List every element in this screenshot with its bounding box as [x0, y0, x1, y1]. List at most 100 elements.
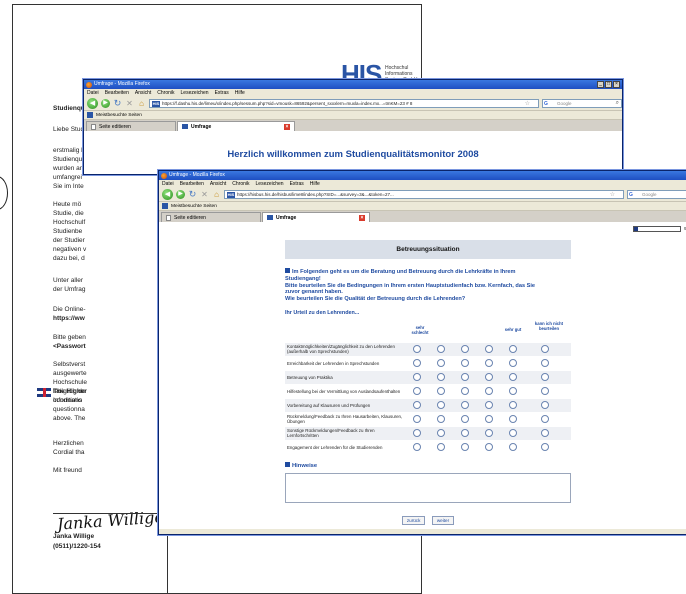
rating-radio-5[interactable]	[509, 443, 517, 452]
menu-hilfe[interactable]: Hilfe	[235, 89, 245, 97]
rating-radio-4[interactable]	[485, 415, 493, 424]
search-icon[interactable]: ⌕	[616, 99, 619, 107]
rating-radio-1[interactable]	[413, 415, 421, 424]
stop-icon[interactable]: ✕	[200, 190, 209, 199]
rating-radio-3[interactable]	[461, 429, 469, 438]
letter-text-line: Bitte geben	[53, 334, 86, 341]
rating-radio-1[interactable]	[413, 401, 421, 410]
menu-lesezeichen[interactable]: Lesezeichen	[181, 89, 209, 97]
rating-radio-1[interactable]	[413, 387, 421, 396]
rating-radio-6[interactable]	[541, 345, 549, 354]
url-bar[interactable]: HIS https://hisbus.his.de/hisbus/lime8/i…	[224, 190, 624, 199]
rating-radio-2[interactable]	[437, 387, 445, 396]
menu-hilfe[interactable]: Hilfe	[310, 180, 320, 188]
rating-radio-1[interactable]	[413, 345, 421, 354]
rating-radio-2[interactable]	[437, 345, 445, 354]
hinweise-heading: Hinweise	[285, 461, 571, 469]
reload-icon[interactable]: ↻	[188, 189, 197, 200]
minimize-button[interactable]: _	[597, 81, 604, 88]
search-input[interactable]: G Google	[627, 190, 686, 199]
rating-radio-2[interactable]	[437, 359, 445, 368]
rating-radio-6[interactable]	[541, 373, 549, 382]
maximize-button[interactable]: □	[605, 81, 612, 88]
next-button[interactable]: weiter	[431, 515, 455, 525]
browser-window-front[interactable]: Umfrage - Mozilla Firefox _ Datei Bearbe…	[158, 170, 686, 535]
menu-ansicht[interactable]: Ansicht	[210, 180, 226, 188]
back-arrow-icon[interactable]: ◀	[87, 98, 98, 109]
back-button[interactable]: zurück	[401, 515, 426, 525]
rating-radio-5[interactable]	[509, 387, 517, 396]
tab-close-icon[interactable]: ×	[284, 123, 290, 130]
rating-radio-2[interactable]	[437, 429, 445, 438]
rating-radio-5[interactable]	[509, 345, 517, 354]
rating-radio-6[interactable]	[541, 415, 549, 424]
rating-radio-2[interactable]	[437, 443, 445, 452]
back-arrow-icon[interactable]: ◀	[162, 189, 173, 200]
star-icon[interactable]: ☆	[525, 100, 530, 107]
rating-radio-3[interactable]	[461, 373, 469, 382]
menu-bearbeiten[interactable]: Bearbeiten	[180, 180, 204, 188]
tab-close-icon[interactable]: ×	[359, 214, 365, 221]
forward-arrow-icon[interactable]: ▶	[101, 99, 110, 108]
bookmark-most-visited[interactable]: Meistbesuchte Seiten	[96, 111, 142, 120]
menu-chronik[interactable]: Chronik	[157, 89, 174, 97]
forward-arrow-icon[interactable]: ▶	[176, 190, 185, 199]
rating-radio-6[interactable]	[541, 387, 549, 396]
rating-radio-3[interactable]	[461, 359, 469, 368]
rating-radio-2[interactable]	[437, 373, 445, 382]
rating-radio-6[interactable]	[541, 443, 549, 452]
browser-window-back[interactable]: Umfrage - Mozilla Firefox _ □ × Datei Be…	[83, 79, 623, 175]
rating-radio-4[interactable]	[485, 429, 493, 438]
hinweise-textarea[interactable]	[285, 472, 571, 503]
title-bar[interactable]: Umfrage - Mozilla Firefox _ □ ×	[84, 80, 622, 89]
menu-bar: Datei Bearbeiten Ansicht Chronik Lesezei…	[159, 180, 686, 188]
rating-radio-4[interactable]	[485, 387, 493, 396]
tab-umfrage[interactable]: Umfrage ×	[177, 121, 295, 131]
menu-extras[interactable]: Extras	[290, 180, 304, 188]
bookmark-most-visited[interactable]: Meistbesuchte Seiten	[171, 202, 217, 211]
rating-radio-4[interactable]	[485, 373, 493, 382]
stop-icon[interactable]: ✕	[125, 99, 134, 108]
rating-radio-4[interactable]	[485, 443, 493, 452]
home-icon[interactable]: ⌂	[137, 99, 146, 108]
tab-umfrage[interactable]: Umfrage ×	[262, 212, 370, 222]
menu-bearbeiten[interactable]: Bearbeiten	[105, 89, 129, 97]
rating-radio-5[interactable]	[509, 415, 517, 424]
rating-radio-3[interactable]	[461, 401, 469, 410]
rating-radio-1[interactable]	[413, 443, 421, 452]
rating-radio-5[interactable]	[509, 359, 517, 368]
rating-radio-5[interactable]	[509, 373, 517, 382]
rating-radio-6[interactable]	[541, 429, 549, 438]
rating-radio-2[interactable]	[437, 401, 445, 410]
rating-radio-4[interactable]	[485, 401, 493, 410]
menu-ansicht[interactable]: Ansicht	[135, 89, 151, 97]
rating-radio-3[interactable]	[461, 387, 469, 396]
tab-seite-editieren[interactable]: Seite editieren	[86, 121, 176, 131]
rating-radio-1[interactable]	[413, 359, 421, 368]
rating-radio-3[interactable]	[461, 415, 469, 424]
rating-radio-1[interactable]	[413, 429, 421, 438]
star-icon[interactable]: ☆	[610, 191, 615, 198]
close-button[interactable]: ×	[613, 81, 620, 88]
rating-radio-5[interactable]	[509, 429, 517, 438]
title-bar[interactable]: Umfrage - Mozilla Firefox _	[159, 171, 686, 180]
rating-radio-3[interactable]	[461, 443, 469, 452]
rating-radio-4[interactable]	[485, 359, 493, 368]
url-bar[interactable]: HIS https://f.dashu.his.de/limeu/x/index…	[149, 99, 539, 108]
menu-datei[interactable]: Datei	[162, 180, 174, 188]
rating-radio-4[interactable]	[485, 345, 493, 354]
menu-lesezeichen[interactable]: Lesezeichen	[256, 180, 284, 188]
menu-datei[interactable]: Datei	[87, 89, 99, 97]
tab-seite-editieren[interactable]: Seite editieren	[161, 212, 261, 222]
rating-radio-2[interactable]	[437, 415, 445, 424]
menu-chronik[interactable]: Chronik	[232, 180, 249, 188]
rating-radio-6[interactable]	[541, 401, 549, 410]
rating-radio-1[interactable]	[413, 373, 421, 382]
rating-radio-5[interactable]	[509, 401, 517, 410]
search-input[interactable]: G Google ⌕	[542, 99, 622, 108]
reload-icon[interactable]: ↻	[113, 98, 122, 109]
home-icon[interactable]: ⌂	[212, 190, 221, 199]
menu-extras[interactable]: Extras	[215, 89, 229, 97]
rating-radio-3[interactable]	[461, 345, 469, 354]
rating-radio-6[interactable]	[541, 359, 549, 368]
